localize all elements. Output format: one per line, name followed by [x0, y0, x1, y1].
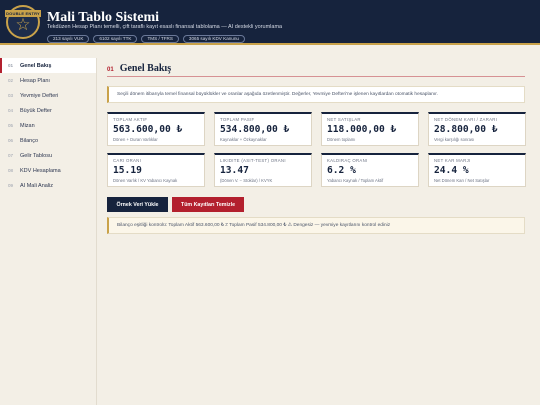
app-subtitle: Tekdüzen Hesap Planı temelli, çift taraf…	[47, 24, 283, 30]
kpi-label: Toplam Pasif	[220, 117, 255, 122]
sidebar-item-number: 01	[8, 63, 14, 68]
sidebar-item-number: 06	[8, 138, 14, 143]
sidebar-item-number: 09	[8, 183, 14, 188]
sidebar-item-yevmiye-defteri[interactable]: 03 Yevmiye Defteri	[0, 88, 96, 103]
sidebar-item-label: AI Mali Analiz	[20, 182, 54, 189]
kpi-card-acid-test-ratio: Likidite (Asit-Test) Oranı 13.47 (Dönen …	[214, 153, 312, 187]
page-title: Genel Bakış	[119, 63, 172, 74]
kpi-subtext: Dönen Varlık / KV Yabancı Kaynak	[113, 178, 178, 183]
app-header: DOUBLE ENTRY ☆ Mali Tablo Sistemi Tekdüz…	[0, 0, 540, 45]
sidebar-item-number: 05	[8, 123, 14, 128]
kpi-label: Net Satışlar	[327, 117, 361, 122]
sidebar-item-number: 07	[8, 153, 14, 158]
section-divider	[107, 76, 525, 77]
kpi-label: Net Kar Marjı	[434, 158, 471, 163]
kpi-subtext: Net Dönem Karı / Net Satışlar	[434, 178, 490, 183]
badge-kdv: 3065 sayılı KDV Kanunu	[182, 35, 245, 43]
balance-check-note: Bilanço eşitliği kontrolü: Toplam Aktif …	[107, 217, 525, 234]
clear-all-records-button[interactable]: Tüm Kayıtları Temizle	[172, 197, 244, 212]
sidebar-item-mizan[interactable]: 05 Mizan	[0, 118, 96, 133]
section-heading: 01 Genel Bakış	[107, 63, 171, 74]
kpi-label: Toplam Aktif	[113, 117, 148, 122]
kpi-value: 6.2 %	[327, 165, 356, 176]
sidebar-item-hesap-plani[interactable]: 02 Hesap Planı	[0, 73, 96, 88]
badge-vuk: 213 sayılı VUK	[47, 35, 90, 43]
kpi-subtext: Yabancı Kaynak / Toplam Aktif	[327, 178, 384, 183]
sidebar-item-buyuk-defter[interactable]: 04 Büyük Defter	[0, 103, 96, 118]
kpi-value: 15.19	[113, 165, 142, 176]
sidebar-item-label: Mizan	[20, 122, 35, 129]
kpi-value: 24.4 %	[434, 165, 469, 176]
kpi-value: 28.800,00 ₺	[434, 124, 498, 135]
kpi-card-leverage-ratio: Kaldıraç Oranı 6.2 % Yabancı Kaynak / To…	[321, 153, 419, 187]
kpi-label: Cari Oranı	[113, 158, 142, 163]
regulation-badges: 213 sayılı VUK 6102 sayılı TTK TMS / TFR…	[47, 35, 245, 43]
kpi-card-net-sales: Net Satışlar 118.000,00 ₺ Dönem toplamı	[321, 112, 419, 146]
kpi-subtext: Kaynaklar + Özkaynaklar	[220, 137, 267, 142]
sidebar-item-label: Hesap Planı	[20, 77, 50, 84]
sidebar-nav: 01 Genel Bakış 02 Hesap Planı 03 Yevmiye…	[0, 58, 96, 193]
kpi-card-net-profit-margin: Net Kar Marjı 24.4 % Net Dönem Karı / Ne…	[428, 153, 526, 187]
kpi-value: 563.600,00 ₺	[113, 124, 183, 135]
kpi-card-total-liabilities: Toplam Pasif 534.800,00 ₺ Kaynaklar + Öz…	[214, 112, 312, 146]
kpi-label: Net Dönem Karı / Zararı	[434, 117, 498, 122]
sidebar-item-label: Gelir Tablosu	[20, 152, 52, 159]
sidebar-item-gelir-tablosu[interactable]: 07 Gelir Tablosu	[0, 148, 96, 163]
sidebar-item-number: 03	[8, 93, 14, 98]
kpi-value: 534.800,00 ₺	[220, 124, 290, 135]
info-note: Seçili dönem itibarıyla temel finansal b…	[107, 86, 525, 103]
sidebar-item-ai-mali-analiz[interactable]: 09 AI Mali Analiz	[0, 178, 96, 193]
badge-tms: TMS / TFRS	[141, 35, 179, 43]
sidebar-item-label: Yevmiye Defteri	[20, 92, 59, 99]
sidebar-item-number: 08	[8, 168, 14, 173]
sidebar-item-genel-bakis[interactable]: 01 Genel Bakış	[0, 58, 96, 73]
sidebar-divider	[96, 58, 97, 405]
load-sample-data-button[interactable]: Örnek Veri Yükle	[107, 197, 168, 212]
logo: DOUBLE ENTRY ☆	[5, 5, 41, 39]
kpi-label: Kaldıraç Oranı	[327, 158, 368, 163]
kpi-card-total-assets: Toplam Aktif 563.600,00 ₺ Dönen + Duran …	[107, 112, 205, 146]
badge-ttk: 6102 sayılı TTK	[93, 35, 138, 43]
kpi-subtext: Dönen + Duran Varlıklar	[113, 137, 158, 142]
sidebar-item-bilanco[interactable]: 06 Bilanço	[0, 133, 96, 148]
sidebar-item-kdv-hesaplama[interactable]: 08 KDV Hesaplama	[0, 163, 96, 178]
kpi-card-current-ratio: Cari Oranı 15.19 Dönen Varlık / KV Yaban…	[107, 153, 205, 187]
kpi-value: 13.47	[220, 165, 249, 176]
star-icon: ☆	[15, 15, 31, 35]
kpi-grid: Toplam Aktif 563.600,00 ₺ Dönen + Duran …	[107, 112, 526, 187]
sidebar-item-label: KDV Hesaplama	[20, 167, 61, 174]
kpi-label: Likidite (Asit-Test) Oranı	[220, 158, 286, 163]
kpi-subtext: (Dönen V. − Stoklar) / KVYK	[220, 178, 273, 183]
kpi-subtext: Vergi karşılığı sonrası	[434, 137, 475, 142]
sidebar-item-label: Bilanço	[20, 137, 39, 144]
sidebar-item-number: 04	[8, 108, 14, 113]
sidebar-item-number: 02	[8, 78, 14, 83]
kpi-value: 118.000,00 ₺	[327, 124, 397, 135]
sidebar-item-label: Büyük Defter	[20, 107, 52, 114]
section-number: 01	[107, 67, 114, 73]
sidebar-item-label: Genel Bakış	[20, 62, 52, 69]
kpi-subtext: Dönem toplamı	[327, 137, 356, 142]
kpi-card-net-profit: Net Dönem Karı / Zararı 28.800,00 ₺ Verg…	[428, 112, 526, 146]
